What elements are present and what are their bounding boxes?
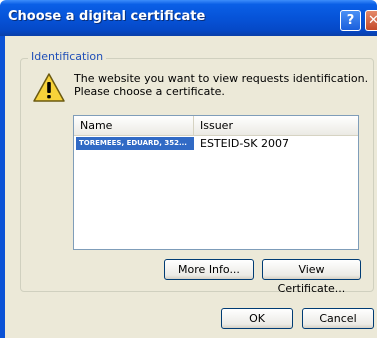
certificate-name-cell: TOREMEES, EDUARD, 352... [76,137,194,150]
title-bar[interactable]: Choose a digital certificate ? ✕ [0,0,377,36]
view-certificate-button[interactable]: View Certificate... [262,259,361,295]
column-header-issuer[interactable]: Issuer [194,116,358,135]
cancel-button[interactable]: Cancel [302,308,374,329]
warning-icon [33,73,65,102]
ok-button[interactable]: OK [221,308,293,329]
close-button[interactable]: ✕ [365,10,377,31]
help-button[interactable]: ? [340,10,361,31]
message-line-2: Please choose a certificate. [74,85,225,98]
message-line-1: The website you want to view requests id… [74,72,369,85]
list-header: Name Issuer [74,116,358,136]
close-icon: ✕ [368,13,377,28]
identification-message: The website you want to view requests id… [74,72,368,98]
certificate-list[interactable]: Name Issuer TOREMEES, EDUARD, 352... EST… [73,115,359,250]
groupbox-label: Identification [28,50,107,63]
certificate-issuer-cell: ESTEID-SK 2007 [200,137,289,150]
window-title: Choose a digital certificate [8,9,206,24]
more-info-button[interactable]: More Info... [164,259,254,280]
certificate-dialog: Choose a digital certificate ? ✕ Identif… [0,0,377,338]
certificate-row[interactable]: TOREMEES, EDUARD, 352... ESTEID-SK 2007 [76,137,356,150]
column-header-name[interactable]: Name [74,116,194,135]
